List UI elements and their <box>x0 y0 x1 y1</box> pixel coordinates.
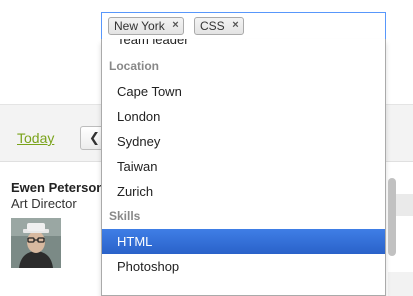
person-role: Art Director <box>11 196 77 211</box>
tag-select-input[interactable]: New York × CSS × <box>101 12 386 40</box>
option-zurich[interactable]: Zurich <box>102 179 385 204</box>
chevron-left-icon: ❮ <box>89 130 100 145</box>
close-icon[interactable]: × <box>232 18 238 33</box>
close-icon[interactable]: × <box>172 18 178 33</box>
options-dropdown[interactable]: Team leader Location Cape Town London Sy… <box>101 39 386 296</box>
calendar-cell <box>388 272 413 296</box>
list-item[interactable]: Team leader <box>102 39 385 52</box>
option-sydney[interactable]: Sydney <box>102 129 385 154</box>
tag-label: New York <box>114 19 165 33</box>
tag-chip: New York × <box>108 17 184 35</box>
today-link[interactable]: Today <box>17 130 54 146</box>
dropdown-scrollbar[interactable] <box>388 178 396 256</box>
person-name: Ewen Peterson <box>11 180 105 195</box>
option-london[interactable]: London <box>102 104 385 129</box>
tag-label: CSS <box>200 19 225 33</box>
group-label-skills: Skills <box>109 209 141 223</box>
results-list: Team leader Location Cape Town London Sy… <box>102 39 385 295</box>
avatar <box>11 218 61 268</box>
option-taiwan[interactable]: Taiwan <box>102 154 385 179</box>
group-label-location: Location <box>109 59 159 73</box>
option-cape-town[interactable]: Cape Town <box>102 79 385 104</box>
avatar-photo <box>11 218 61 268</box>
option-photoshop[interactable]: Photoshop <box>102 254 385 279</box>
option-html[interactable]: HTML <box>102 229 385 254</box>
tag-chip: CSS × <box>194 17 244 35</box>
